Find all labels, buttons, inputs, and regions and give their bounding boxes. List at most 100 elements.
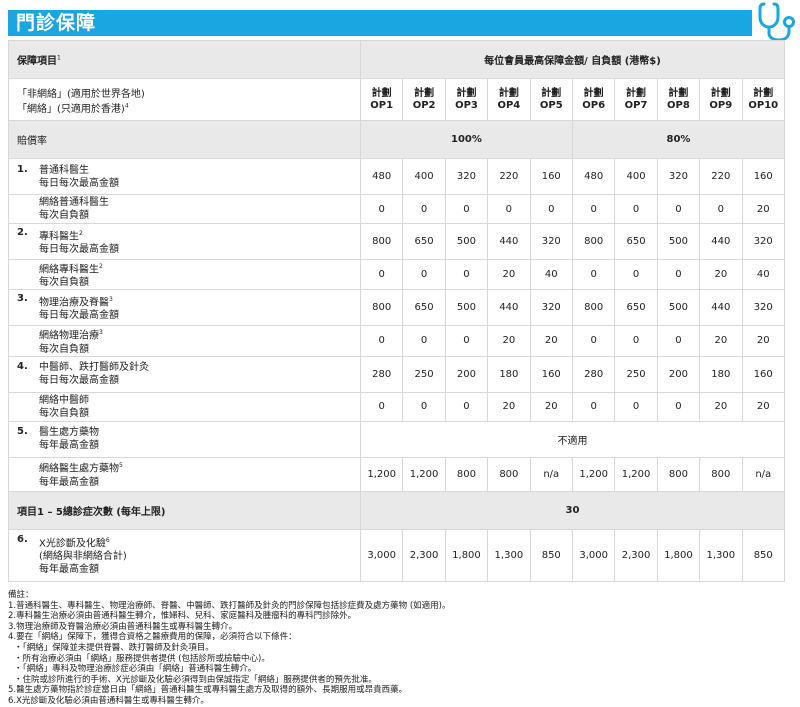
visits-label-cell: 項目1 – 5總診症次數 (每年上限)	[8, 490, 361, 530]
rate-cell-a: 100%	[360, 120, 573, 159]
value-text: 40	[756, 269, 770, 281]
value-text: 320	[541, 302, 561, 314]
value-text: 800	[499, 468, 519, 480]
plan-prefix: 計劃	[626, 87, 647, 99]
plan-header: 計劃 OP5	[529, 78, 573, 121]
item-subtitle: 每年最高金額	[39, 440, 99, 452]
table-row: 網絡醫生處方藥物5 每年最高金額 1,200 1,200 800 800 n/a 1,200 1…	[8, 456, 785, 492]
value-text: n/a	[755, 468, 772, 480]
value-text: 800	[584, 236, 604, 247]
item-footnote-ref: 2	[99, 263, 103, 270]
value-cell: 20	[699, 325, 743, 357]
value-cell: 1,200	[402, 456, 446, 492]
plan-code: OP3	[455, 99, 478, 111]
stethoscope-icon	[758, 2, 795, 42]
value-text: 320	[668, 171, 688, 182]
value-cell: 0	[614, 391, 658, 422]
item-label-cell: 2. 專科醫生2 每日每次最高金額	[8, 223, 361, 260]
network-legend: 「非網絡」(適用於世界各地) 「網絡」(只適用於香港)4	[8, 78, 361, 121]
value-text: 20	[756, 335, 770, 347]
item-title: 物理治療及脊醫	[39, 297, 109, 309]
rate-label-cell: 賠償率	[8, 120, 361, 159]
value-cell: 500	[444, 289, 489, 327]
value-text: 0	[463, 203, 470, 215]
table-row: 網絡物理治療3 每次自負額 0 0 0 20 20 0 0 0 20 20	[8, 325, 785, 357]
value-cell: 1,200	[571, 456, 616, 492]
value-cell: 0	[614, 258, 658, 291]
item-title: X光診斷及化驗	[39, 538, 106, 550]
value-text: 500	[456, 302, 477, 314]
value-cell: 20	[529, 391, 573, 422]
value-cell: 480	[359, 158, 404, 195]
item-label-cell: 網絡普通科醫生 每次自負額	[8, 194, 361, 224]
value-cell: 320	[444, 158, 489, 195]
value-text: 400	[626, 171, 646, 182]
not-applicable-cell: 不適用	[360, 420, 785, 458]
item-title: 網絡專科醫生	[39, 264, 99, 276]
item-subtitle: 每次自負額	[39, 343, 89, 355]
value-cell: 0	[402, 194, 446, 224]
value-cell: 800	[444, 456, 489, 492]
value-text: 0	[378, 401, 385, 413]
value-text: 0	[675, 401, 682, 413]
value-cell: 320	[741, 289, 785, 327]
table-row: 賠償率 100% 80%	[8, 120, 785, 159]
value-text: 480	[584, 171, 604, 182]
item-subtitle: 每年最高金額	[39, 564, 99, 576]
value-text: 20	[714, 269, 728, 281]
item-footnote-ref: 3	[109, 296, 113, 304]
item-label-cell: 網絡專科醫生2 每次自負額	[8, 258, 361, 291]
rate-value: 80%	[666, 134, 691, 145]
item-subtitle: 每年最高金額	[39, 476, 99, 488]
value-cell: 20	[529, 325, 573, 357]
plan-header: 計劃 OP10	[741, 78, 785, 121]
plan-header: 計劃 OP6	[571, 78, 616, 121]
footnote-ref: 4	[124, 102, 129, 110]
value-cell: 0	[444, 391, 489, 422]
table-row: 5. 醫生處方藥物 每年最高金額 不適用	[8, 420, 785, 458]
value-text: 2,300	[409, 549, 439, 561]
value-text: 320	[541, 236, 561, 247]
value-text: 0	[590, 401, 597, 413]
item-label-cell: 4. 中醫師、跌打醫師及針灸 每日每次最高金額	[8, 355, 361, 393]
value-cell: 0	[359, 325, 404, 357]
value-cell: 20	[487, 325, 531, 357]
value-cell: 250	[402, 355, 446, 393]
value-cell: 180	[487, 355, 531, 393]
value-cell: 0	[487, 194, 531, 224]
table-row: 網絡專科醫生2 每次自負額 0 0 0 20 40 0 0 0 20 40	[8, 258, 785, 291]
item-subtitle: 每日每次最高金額	[39, 244, 119, 256]
value-text: 200	[456, 368, 477, 380]
value-text: 0	[378, 203, 385, 215]
value-cell: 250	[614, 355, 658, 393]
item-title: 普通科醫生	[39, 164, 89, 176]
banner-bar	[8, 10, 752, 36]
item-footnote-ref: 5	[119, 462, 123, 470]
column-header-item: 保障項目1	[8, 40, 361, 79]
plan-prefix: 計劃	[710, 87, 731, 99]
value-text: 1,200	[621, 468, 651, 480]
item-subtitle: 每日每次最高金額	[39, 177, 119, 189]
value-cell: 440	[699, 289, 743, 327]
value-text: 650	[414, 302, 434, 314]
value-text: 0	[675, 203, 682, 215]
value-text: 500	[456, 236, 477, 247]
value-cell: 220	[699, 158, 743, 195]
footnote-line: 3.物理治療師及脊醫治療必須由普通科醫生或專科醫生轉介。	[8, 621, 238, 632]
item-label-cell: 1. 普通科醫生 每日每次最高金額	[8, 158, 361, 195]
value-cell: 320	[741, 223, 785, 260]
value-cell: 280	[359, 355, 404, 393]
value-cell: 20	[741, 194, 785, 224]
value-text: 20	[714, 401, 728, 413]
item-label-cell: 5. 醫生處方藥物 每年最高金額	[8, 420, 361, 458]
value-cell: 160	[741, 158, 785, 195]
item-title: 中醫師、跌打醫師及針灸	[39, 362, 149, 374]
value-text: 220	[711, 171, 731, 182]
value-cell: 1,300	[699, 528, 743, 582]
value-text: 0	[590, 269, 597, 281]
value-text: 1,800	[452, 549, 481, 561]
value-cell: 800	[359, 289, 404, 327]
value-text: 400	[414, 171, 434, 182]
value-cell: 480	[571, 158, 616, 195]
value-text: 320	[753, 236, 773, 247]
